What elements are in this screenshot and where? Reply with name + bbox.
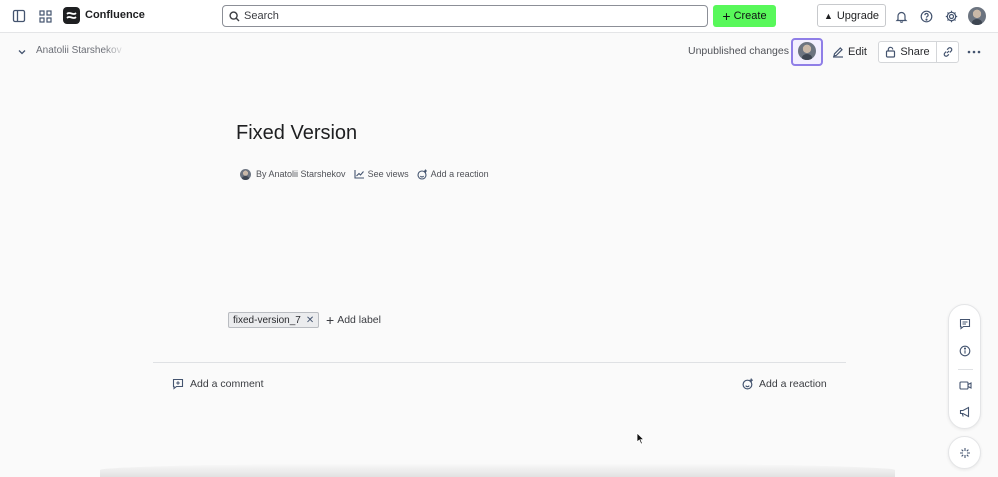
chevron-down-icon[interactable] bbox=[12, 42, 32, 62]
copy-link-icon[interactable] bbox=[937, 42, 958, 62]
bell-icon[interactable] bbox=[891, 6, 911, 26]
collaborator-avatar bbox=[798, 42, 816, 60]
comment-add-icon bbox=[172, 378, 184, 390]
app-switcher-icon[interactable] bbox=[35, 6, 55, 26]
remove-label-icon[interactable]: ✕ bbox=[306, 315, 314, 326]
video-icon[interactable] bbox=[955, 375, 975, 395]
label-chip[interactable]: fixed-version_7 ✕ bbox=[228, 312, 320, 328]
emoji-add-icon bbox=[742, 378, 753, 390]
label-chip-text: fixed-version_7 bbox=[233, 314, 301, 326]
page-title[interactable]: Fixed Version bbox=[236, 122, 357, 145]
search-input[interactable] bbox=[244, 10, 684, 22]
app-name[interactable]: Confluence bbox=[85, 9, 145, 21]
rail-separator bbox=[958, 369, 973, 370]
breadcrumb-space-name[interactable]: Anatolii Starshekov bbox=[36, 45, 126, 56]
create-button-label: Create bbox=[733, 10, 767, 22]
author-avatar bbox=[240, 168, 251, 180]
help-icon[interactable] bbox=[916, 6, 936, 26]
settings-icon[interactable] bbox=[941, 6, 961, 26]
add-reaction-bottom-label: Add a reaction bbox=[759, 378, 827, 390]
share-button[interactable]: Share bbox=[879, 42, 937, 62]
bottom-shadow bbox=[100, 463, 895, 477]
upgrade-button-label: Upgrade bbox=[836, 9, 880, 22]
lock-icon bbox=[885, 46, 896, 58]
add-label-text: Add label bbox=[337, 314, 381, 326]
see-views-label: See views bbox=[367, 169, 409, 179]
create-button[interactable]: + Create bbox=[713, 5, 776, 27]
megaphone-icon[interactable] bbox=[955, 402, 975, 422]
edit-button-label: Edit bbox=[848, 46, 867, 58]
confluence-logo-icon[interactable] bbox=[63, 7, 80, 24]
chart-trend-icon bbox=[354, 170, 364, 179]
add-reaction-link[interactable]: Add a reaction bbox=[417, 169, 489, 180]
share-button-group: Share bbox=[878, 41, 959, 63]
share-button-label: Share bbox=[900, 46, 930, 58]
more-options-icon[interactable] bbox=[964, 42, 984, 62]
right-action-rail bbox=[948, 304, 981, 429]
upgrade-icon: ▲ bbox=[823, 10, 833, 21]
add-reaction-label: Add a reaction bbox=[430, 169, 489, 179]
add-comment-label: Add a comment bbox=[190, 378, 264, 390]
add-comment-button[interactable]: Add a comment bbox=[172, 378, 264, 390]
emoji-add-icon bbox=[417, 169, 427, 180]
unpublished-status: Unpublished changes bbox=[688, 45, 789, 57]
sidebar-toggle-icon[interactable] bbox=[9, 6, 29, 26]
upgrade-button[interactable]: ▲ Upgrade bbox=[817, 4, 886, 27]
collaborator-avatar-frame[interactable] bbox=[791, 38, 823, 66]
ai-sparkle-icon[interactable] bbox=[948, 436, 981, 469]
mouse-cursor-icon bbox=[636, 432, 645, 450]
page-byline: By Anatolii Starshekov See views Add a r… bbox=[240, 168, 497, 180]
add-reaction-button[interactable]: Add a reaction bbox=[742, 378, 827, 390]
search-bar[interactable] bbox=[222, 5, 708, 27]
comments-divider bbox=[153, 362, 846, 363]
byline-author: By Anatolii Starshekov bbox=[256, 169, 346, 179]
edit-button[interactable]: Edit bbox=[832, 42, 867, 62]
plus-icon: + bbox=[326, 312, 335, 328]
user-avatar[interactable] bbox=[968, 7, 986, 25]
see-views-link[interactable]: See views bbox=[354, 169, 409, 179]
pencil-icon bbox=[832, 46, 844, 58]
comments-icon[interactable] bbox=[955, 314, 975, 334]
add-label-button[interactable]: + Add label bbox=[326, 313, 381, 327]
top-navigation-bar: Confluence + Create ▲ Upgrade bbox=[0, 0, 998, 33]
plus-icon: + bbox=[722, 8, 731, 24]
info-icon[interactable] bbox=[955, 341, 975, 361]
search-icon bbox=[229, 10, 240, 22]
